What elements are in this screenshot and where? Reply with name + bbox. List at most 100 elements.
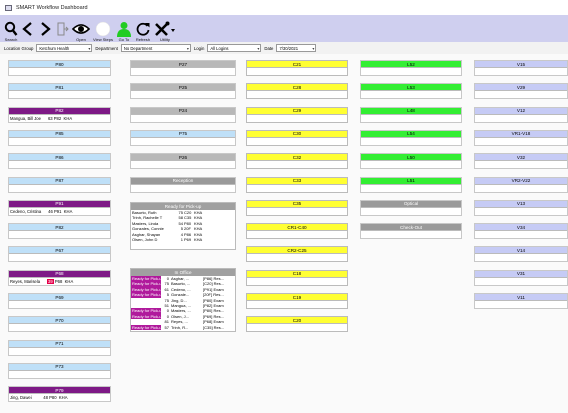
room-l53[interactable]: L53 (360, 83, 462, 100)
room-l51[interactable]: L51 (360, 176, 462, 193)
date-picker[interactable]: 7/30/2021 ▾ (276, 44, 317, 52)
room-patient (361, 138, 461, 145)
room-name: P26 (131, 154, 235, 162)
room-name: Reception (131, 177, 235, 185)
room-p26[interactable]: P26 (130, 153, 236, 170)
login-select[interactable]: All Logins ▾ (207, 44, 262, 52)
room-patient (475, 115, 567, 122)
location-group-select[interactable]: Ketchum Health ▾ (36, 44, 93, 52)
room-c29[interactable]: C29 (246, 106, 348, 123)
room-p80[interactable]: P80 (8, 60, 111, 76)
room-name: P81 (9, 84, 110, 92)
room-p24[interactable]: P24 (130, 106, 236, 123)
room-v29[interactable]: V29 (474, 83, 568, 100)
open-button[interactable]: Open (72, 16, 90, 42)
room-p87[interactable]: P87 (8, 176, 111, 193)
room-p70[interactable]: P70 (8, 316, 111, 333)
room-patient (247, 231, 347, 238)
login-label: Login (193, 45, 205, 51)
room-patient (475, 91, 567, 98)
ready-patient-row[interactable]: Olsen, John D 1 P69 KHA (131, 237, 235, 242)
forward-button[interactable] (38, 16, 52, 42)
room-patient (131, 185, 235, 192)
room-p81[interactable]: P81 (8, 83, 111, 100)
minutes-cell: 57 (164, 324, 169, 330)
room-l50[interactable]: L50 (360, 153, 462, 170)
room-p86[interactable]: P86 (8, 153, 111, 170)
chevron-down-icon: ▾ (312, 46, 315, 51)
go-to-button[interactable]: Go To (116, 16, 132, 42)
department-select[interactable]: No Department ▾ (120, 44, 191, 52)
room-name: VR2-V22 (475, 177, 567, 185)
room-check-out[interactable]: Check-Out (360, 223, 462, 240)
room-c33[interactable]: C33 (246, 176, 348, 193)
room-patient (247, 278, 347, 285)
room-c35[interactable]: C35 (246, 199, 348, 216)
room-v12[interactable]: V12 (474, 106, 568, 123)
room-vr2-v22[interactable]: VR2-V22 (474, 176, 568, 193)
room-p71[interactable]: P71 (8, 339, 111, 356)
view-steps-button[interactable]: View Steps (93, 16, 113, 42)
room-p82[interactable]: P82 (8, 223, 111, 240)
room-v31[interactable]: V31 (474, 269, 568, 286)
department-label: Department (95, 45, 118, 51)
room-name: V14 (475, 247, 567, 255)
room-name: L50 (361, 154, 461, 162)
room-v34[interactable]: V34 (474, 223, 568, 240)
in-office-row[interactable]: Ready for Pick-up 57 Trinh, R... [C35] Res.… (131, 324, 235, 330)
room-v14[interactable]: V14 (474, 246, 568, 263)
room-v15[interactable]: V15 (474, 60, 568, 76)
room-p75[interactable]: P75 (130, 129, 236, 146)
location-code: KHA (194, 236, 203, 242)
room-name: L52 (361, 61, 461, 68)
room-p85[interactable]: P85 (8, 129, 111, 146)
room-p67[interactable]: P67 (8, 246, 111, 263)
room-v32[interactable]: V32 (474, 153, 568, 170)
room-p73[interactable]: P73 (8, 362, 111, 379)
room-c32[interactable]: C32 (246, 153, 348, 170)
room-patient (9, 231, 110, 238)
wait-minutes: 1 (180, 236, 183, 242)
room-patient (9, 138, 110, 145)
refresh-button[interactable]: Refresh (135, 16, 151, 42)
room-c30[interactable]: C30 (246, 129, 348, 146)
room-cr2-c25[interactable]: CR2-C25 (246, 246, 348, 263)
room-p91[interactable]: P91 Cedeno, Cristina 46 P91 KHA (8, 199, 111, 216)
room-c20[interactable]: C20 (246, 316, 348, 333)
room-optical[interactable]: Optical (360, 199, 462, 216)
back-button[interactable] (21, 16, 35, 42)
room-patient (247, 138, 347, 145)
window-title: SMART Workflow Dashboard (16, 4, 88, 11)
room-name: C33 (247, 177, 347, 185)
utility-button[interactable]: Utility (154, 16, 176, 42)
room-vr1-v18[interactable]: VR1-V18 (474, 129, 568, 146)
room-patient (247, 185, 347, 192)
room-p82[interactable]: P82 Mangua, Bill Joe 63 P82 KHA (8, 106, 111, 123)
room-l52[interactable]: L52 (360, 60, 462, 76)
room-c18[interactable]: C18 (246, 269, 348, 286)
checkout-button[interactable] (55, 16, 69, 42)
room-name: CR1-C40 (247, 224, 347, 232)
room-c19[interactable]: C19 (246, 293, 348, 309)
search-button[interactable]: Search (4, 16, 18, 42)
room-p69[interactable]: P69 (8, 293, 111, 309)
room-v11[interactable]: V11 (474, 293, 568, 309)
room-name: L54 (361, 130, 461, 138)
room-l54[interactable]: L54 (360, 129, 462, 146)
room-reception[interactable]: Reception (130, 176, 236, 193)
room-p25[interactable]: P25 (130, 83, 236, 100)
status-cell: Ready for Pick-up (131, 324, 161, 330)
room-v13[interactable]: V13 (474, 199, 568, 216)
room-c21[interactable]: C21 (246, 60, 348, 76)
room-p27[interactable]: P27 (130, 60, 236, 76)
room-name: P86 (9, 154, 110, 162)
department-value: No Department (123, 45, 153, 51)
room-patient (361, 185, 461, 192)
ready-for-pickup-panel: Ready for Pick-up Basurto, Ruth 75 C20 KHA Tr… (130, 202, 236, 250)
room-l48[interactable]: L48 (360, 106, 462, 123)
room-cr1-c40[interactable]: CR1-C40 (246, 223, 348, 240)
chevron-left-icon (22, 22, 32, 36)
room-p68[interactable]: P68 Reyes, Marisela 39 P68 KHA (8, 269, 111, 286)
room-p79[interactable]: P79 Jing, Dawei 48 P80 KHA (8, 386, 111, 403)
room-c28[interactable]: C28 (246, 83, 348, 100)
